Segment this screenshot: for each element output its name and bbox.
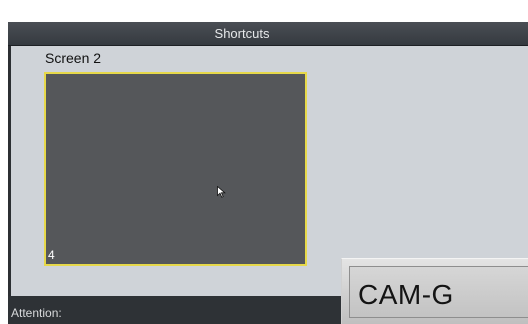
mouse-pointer-icon xyxy=(217,186,226,198)
attention-label: Attention: xyxy=(11,306,62,320)
camera-name: CAM-G xyxy=(358,279,454,310)
camera-tile[interactable]: 4 xyxy=(44,72,307,266)
camera-name-overlay: CAM-G xyxy=(341,258,528,324)
window-title: Shortcuts xyxy=(214,26,270,41)
tile-number: 4 xyxy=(48,248,55,262)
camera-name-box: CAM-G xyxy=(349,266,528,318)
window-title-bar: Shortcuts xyxy=(8,22,528,46)
top-margin xyxy=(0,0,528,22)
screen-label: Screen 2 xyxy=(45,50,102,66)
